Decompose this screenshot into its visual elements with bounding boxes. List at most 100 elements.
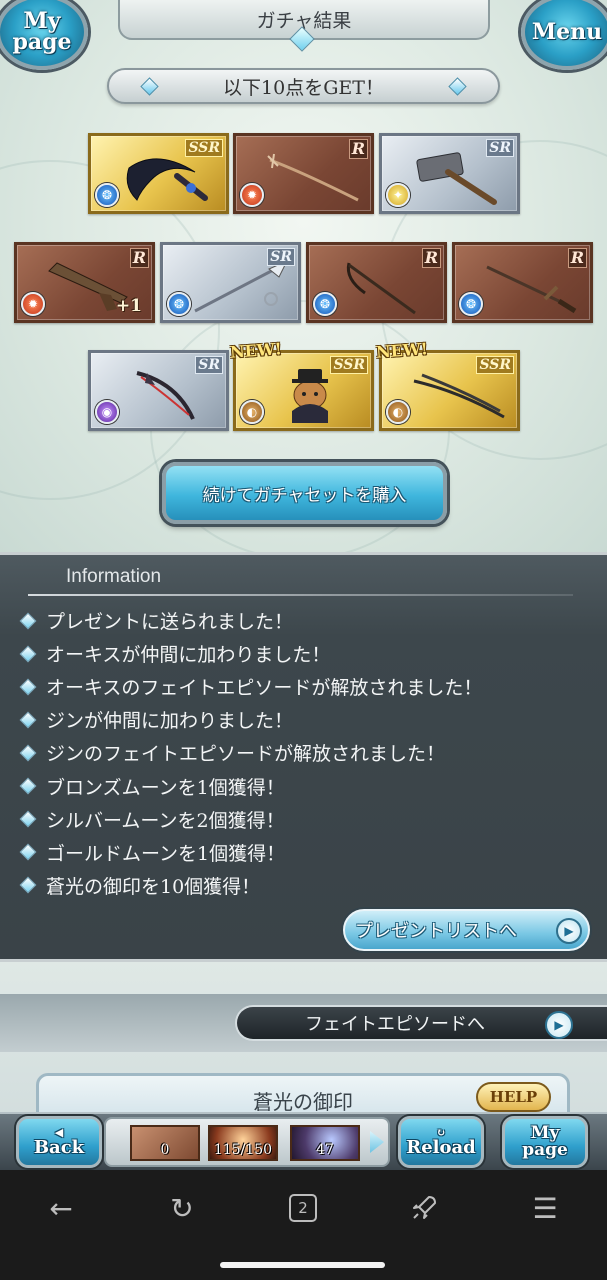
rarity-badge: SR xyxy=(267,248,295,266)
water-element-icon: ❂ xyxy=(459,292,483,316)
rarity-badge: SSR xyxy=(330,356,368,374)
information-list: プレゼントに送られました！ オーキスが仲間に加わりました！ オーキスのフェイトエ… xyxy=(19,604,483,902)
present-list-label: プレゼントリストへ xyxy=(355,921,517,942)
rarity-badge: R xyxy=(421,248,441,268)
earth-element-icon: ◐ xyxy=(240,400,264,424)
rarity-badge: R xyxy=(348,139,368,159)
list-item: ブロンズムーンを1個獲得！ xyxy=(19,769,482,802)
get-banner: 以下10点をGET！ xyxy=(107,68,500,104)
help-label: HELP xyxy=(489,1088,538,1106)
light-element-icon: ✦ xyxy=(386,183,410,207)
information-message: プレゼントに送られました！ xyxy=(46,611,294,634)
back-arrow-icon[interactable]: ← xyxy=(37,1188,85,1228)
list-item: ジンのフェイトエピソードが解放されました！ xyxy=(19,736,482,769)
item-card[interactable]: SR ✦ xyxy=(379,133,520,214)
lower-area: フェイトエピソードへ ▶ 蒼光の御印 HELP xyxy=(0,962,607,1123)
spear-weapon-icon xyxy=(194,259,289,313)
tabs-count: 2 xyxy=(289,1194,317,1222)
mypage-button[interactable]: My page xyxy=(502,1116,588,1168)
hamburger-menu-icon[interactable]: ☰ xyxy=(521,1188,569,1228)
information-heading: Information xyxy=(66,566,162,587)
rarity-badge: SSR xyxy=(185,139,223,157)
status-panel[interactable]: 0 115/150 47 xyxy=(104,1117,390,1167)
cat-character-icon xyxy=(292,369,328,423)
information-message: ジンのフェイトエピソードが解放されました！ xyxy=(46,743,446,766)
information-divider xyxy=(28,594,573,596)
reload-label: Reload xyxy=(406,1137,476,1158)
rarity-badge: SR xyxy=(195,356,223,374)
diamond-bullet-icon xyxy=(19,810,37,828)
water-element-icon: ❂ xyxy=(313,292,337,316)
gesture-bar xyxy=(220,1262,385,1268)
diamond-icon xyxy=(140,77,159,96)
information-message: ブロンズムーンを1個獲得！ xyxy=(46,776,285,799)
rarity-badge: SR xyxy=(486,139,514,157)
menu-corner-button[interactable]: Menu xyxy=(521,0,607,70)
diamond-icon xyxy=(448,77,467,96)
rarity-badge: R xyxy=(129,248,149,268)
diamond-bullet-icon xyxy=(19,744,37,762)
rarity-badge: R xyxy=(567,248,587,268)
tabs-button[interactable]: 2 xyxy=(279,1188,327,1228)
diamond-bullet-icon xyxy=(19,876,37,894)
item-card[interactable]: R ✹ +1 xyxy=(14,242,155,323)
menu-label: Menu xyxy=(531,18,603,45)
information-message: 蒼光の御印を10個獲得！ xyxy=(46,875,261,898)
scythe-weapon-icon xyxy=(126,158,208,201)
item-card[interactable]: R ✹ xyxy=(233,133,374,214)
new-badge: NEW! xyxy=(375,339,429,362)
browser-nav-bar: ← ↻ 2 ☰ xyxy=(0,1170,607,1280)
bp-stat: 47 xyxy=(290,1125,360,1161)
buy-gacha-set-again-button[interactable]: 続けてガチャセットを購入 xyxy=(162,462,447,524)
diamond-bullet-icon xyxy=(19,777,37,795)
list-item: ゴールドムーンを1個獲得！ xyxy=(19,836,482,869)
reload-icon[interactable]: ↻ xyxy=(158,1188,206,1228)
katana-weapon-icon xyxy=(413,373,505,419)
item-card[interactable]: R ❂ xyxy=(306,242,447,323)
rarity-badge: SSR xyxy=(476,356,514,374)
information-message: シルバームーンを2個獲得！ xyxy=(46,809,285,832)
expand-arrow-icon[interactable] xyxy=(370,1131,384,1153)
water-element-icon: ❂ xyxy=(167,292,191,316)
fire-element-icon: ✹ xyxy=(21,292,45,316)
present-list-button[interactable]: プレゼントリストへ ▶ xyxy=(343,909,590,951)
list-item: プレゼントに送られました！ xyxy=(19,604,482,637)
help-button[interactable]: HELP xyxy=(476,1082,551,1112)
plus-bonus-label: +1 xyxy=(115,296,142,316)
buy-gacha-set-label: 続けてガチャセットを購入 xyxy=(202,485,407,506)
back-label: Back xyxy=(33,1137,85,1158)
item-card[interactable]: SR ◉ xyxy=(88,350,229,431)
diamond-bullet-icon xyxy=(19,678,37,696)
stat-value: 115/150 xyxy=(213,1142,273,1158)
item-card[interactable]: SR ❂ xyxy=(160,242,301,323)
back-button[interactable]: ◀ Back xyxy=(16,1116,102,1168)
rocket-icon[interactable] xyxy=(400,1188,448,1228)
staff-weapon-icon xyxy=(267,153,359,202)
mypage-corner-button[interactable]: My page xyxy=(0,0,88,70)
list-item: オーキスが仲間に加わりました！ xyxy=(19,637,482,670)
list-item: オーキスのフェイトエピソードが解放されました！ xyxy=(19,670,483,703)
hammer-weapon-icon xyxy=(416,152,497,205)
mypage-label-line2: page xyxy=(522,1140,568,1160)
mypage-label-line2: page xyxy=(12,29,72,55)
bow-weapon-icon xyxy=(136,371,195,420)
get-banner-text: 以下10点をGET！ xyxy=(223,76,384,99)
new-badge: NEW! xyxy=(229,339,283,362)
item-card[interactable]: SSR ❂ xyxy=(88,133,229,214)
information-message: オーキスのフェイトエピソードが解放されました！ xyxy=(46,677,483,700)
water-element-icon: ❂ xyxy=(95,183,119,207)
item-card[interactable]: SSR ◐ NEW! xyxy=(375,339,520,431)
diamond-bullet-icon xyxy=(19,645,37,663)
stat-value: 0 xyxy=(160,1142,170,1158)
hourglass-stat: 0 xyxy=(130,1125,200,1161)
item-card[interactable]: SSR ◐ NEW! xyxy=(229,339,374,431)
bottom-toolbar: ◀ Back 0 115/150 47 ↻ Reload My page xyxy=(0,1112,607,1170)
fire-element-icon: ✹ xyxy=(240,183,264,207)
fate-episode-button[interactable]: フェイトエピソードへ ▶ xyxy=(235,1005,607,1041)
stat-value: 47 xyxy=(316,1142,334,1158)
information-message: ゴールドムーンを1個獲得！ xyxy=(46,842,286,865)
reload-button[interactable]: ↻ Reload xyxy=(398,1116,484,1168)
sword-weapon-icon xyxy=(486,265,577,314)
item-card[interactable]: R ❂ xyxy=(452,242,593,323)
arrow-right-icon: ▶ xyxy=(556,918,582,944)
